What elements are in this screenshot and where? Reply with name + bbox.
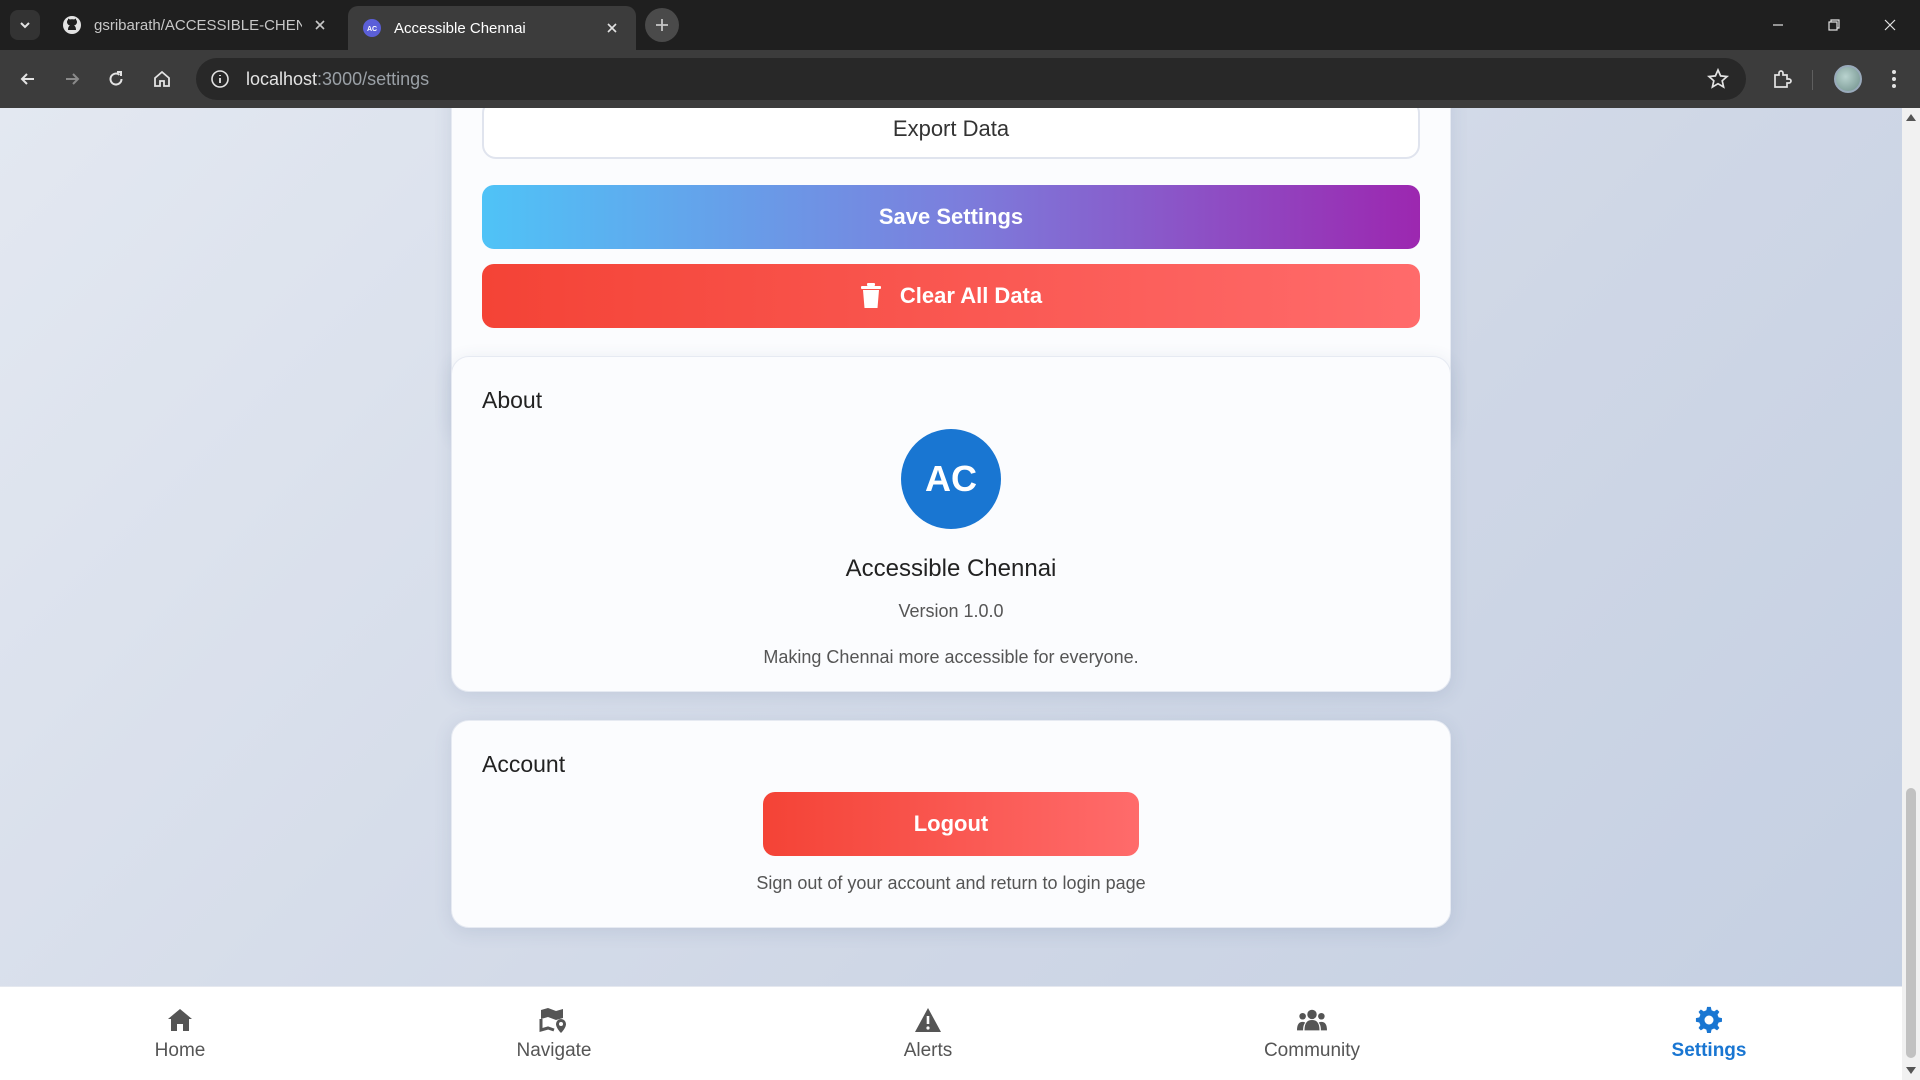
export-data-button[interactable]: Export Data [482,108,1420,159]
nav-item-navigate[interactable]: Navigate [454,987,654,1080]
warning-icon [913,1006,943,1034]
plus-icon [656,19,668,31]
restore-icon [1828,19,1840,31]
nav-label: Settings [1671,1040,1747,1061]
browser-toolbar: localhost:3000/settings [0,50,1920,108]
restore-button[interactable] [1806,0,1862,50]
minimize-button[interactable] [1750,0,1806,50]
bookmark-star-icon[interactable] [1706,67,1730,91]
svg-text:AC: AC [367,26,377,33]
app-tagline: Making Chennai more accessible for every… [763,647,1139,667]
save-settings-button[interactable]: Save Settings [482,185,1420,249]
extensions-button[interactable] [1766,63,1798,95]
gear-icon [1694,1006,1724,1034]
about-card: About AC Accessible Chennai Version 1.0.… [451,356,1451,692]
home-button[interactable] [146,63,178,95]
window-close-button[interactable] [1862,0,1918,50]
nav-label: Community [1263,1040,1361,1061]
logout-button[interactable]: Logout [763,792,1139,856]
app-favicon: AC [362,18,382,38]
nav-item-settings[interactable]: Settings [1609,987,1809,1080]
tab-title: Accessible Chennai [394,19,526,37]
home-icon [154,70,170,87]
back-button[interactable] [12,63,44,95]
tab-github[interactable]: gsribarath/ACCESSIBLE-CHENN [48,6,344,44]
tab-search-button[interactable] [10,10,40,40]
more-vertical-icon [1892,70,1896,88]
arrow-right-icon [66,73,80,85]
browser-tab-bar: gsribarath/ACCESSIBLE-CHENN AC Accessibl… [0,0,1920,50]
reload-icon [109,71,123,86]
forward-button[interactable] [56,63,88,95]
scroll-up-arrow[interactable] [1906,114,1916,121]
nav-item-community[interactable]: Community [1212,987,1412,1080]
page-viewport: Export Data Save Settings Clear All Data… [0,108,1920,1080]
close-icon[interactable] [602,18,622,38]
toolbar-divider [1812,70,1813,90]
bottom-navigation: Home Navigate Alerts Community Settings [0,986,1902,1080]
close-icon [1884,19,1896,31]
app-version: Version 1.0.0 [898,601,1004,621]
puzzle-icon [1774,70,1792,88]
account-heading: Account [482,751,566,777]
chevron-down-icon [20,22,30,29]
users-icon [1297,1006,1327,1034]
reload-button[interactable] [100,63,132,95]
clear-all-data-label: Clear All Data [899,283,1043,308]
github-icon [62,15,82,35]
nav-item-home[interactable]: Home [80,987,280,1080]
address-bar[interactable]: localhost:3000/settings [196,58,1746,100]
about-heading: About [482,387,543,413]
page-scrollbar[interactable] [1902,108,1920,1080]
app-name: Accessible Chennai [845,555,1057,582]
scroll-thumb[interactable] [1906,788,1916,1058]
new-tab-button[interactable] [645,8,679,42]
logout-description: Sign out of your account and return to l… [756,873,1146,893]
scroll-down-arrow[interactable] [1906,1067,1916,1074]
nav-label: Home [154,1040,206,1061]
clear-all-data-button[interactable]: Clear All Data [482,264,1420,328]
profile-avatar[interactable] [1834,65,1862,93]
browser-menu-button[interactable] [1880,65,1908,93]
nav-item-alerts[interactable]: Alerts [828,987,1028,1080]
nav-label: Alerts [903,1040,953,1061]
close-icon[interactable] [310,15,330,35]
account-card: Account Logout Sign out of your account … [451,720,1451,928]
site-info-icon[interactable] [208,67,232,91]
map-pin-icon [539,1006,569,1034]
url-text: localhost:3000/settings [246,68,430,89]
arrow-left-icon [20,73,34,85]
minimize-icon [1773,24,1783,26]
tab-accessible-chennai[interactable]: AC Accessible Chennai [348,6,636,50]
home-icon [165,1006,195,1034]
tab-title: gsribarath/ACCESSIBLE-CHENN [94,16,302,34]
app-logo: AC [901,429,1001,529]
trash-icon [860,283,881,308]
nav-label: Navigate [516,1040,592,1061]
